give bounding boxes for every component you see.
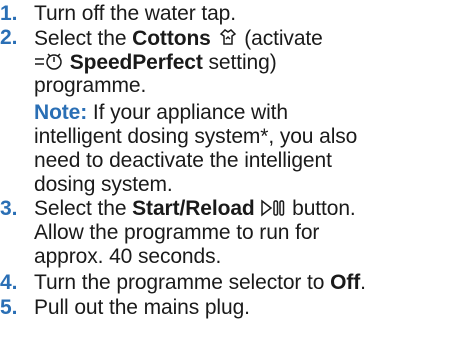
cottons-icon — [217, 26, 239, 53]
note-label: Note: — [34, 101, 88, 124]
step-line: approx. 40 seconds. — [34, 245, 222, 268]
start-reload-icon — [260, 198, 286, 223]
step-line: SpeedPerfect setting) — [34, 50, 277, 77]
step-number: 3. — [0, 197, 18, 220]
step-line: Select the Start/Reload button. — [34, 197, 356, 223]
step-number: 2. — [0, 26, 18, 49]
step-number: 5. — [0, 296, 18, 319]
speedperfect-icon — [34, 50, 64, 77]
note-line: need to deactivate the intelligent — [34, 149, 332, 172]
note-line: intelligent dosing system*, you also — [34, 125, 358, 148]
step-line: Allow the programme to run for — [34, 221, 320, 244]
speedperfect-label: SpeedPerfect — [69, 51, 203, 74]
step-number: 4. — [0, 271, 18, 294]
step-number: 1. — [0, 2, 18, 25]
note: Note: If your appliance with — [34, 101, 288, 124]
start-reload-label: Start/Reload — [132, 197, 255, 220]
note-line: dosing system. — [34, 173, 173, 196]
step-text: Turn off the water tap. — [34, 2, 236, 25]
cottons-label: Cottons — [132, 27, 211, 50]
step-line: programme. — [34, 74, 147, 97]
step-text: Pull out the mains plug. — [34, 296, 250, 319]
step-line: Turn the programme selector to Off. — [34, 271, 366, 294]
step-line: Select the Cottons (activate — [34, 26, 323, 53]
off-label: Off — [330, 271, 361, 294]
